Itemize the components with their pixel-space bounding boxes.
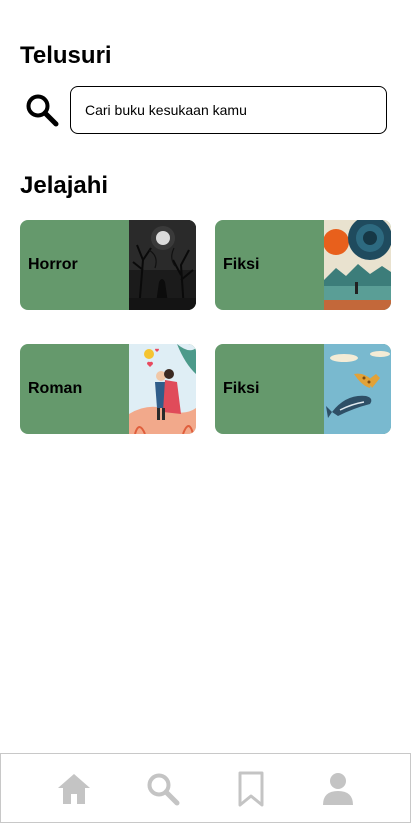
- home-icon: [58, 774, 90, 804]
- nav-bookmark[interactable]: [221, 754, 281, 823]
- category-card-roman[interactable]: Roman: [20, 344, 196, 434]
- search-icon: [147, 773, 180, 806]
- nav-home[interactable]: [44, 754, 104, 823]
- category-label: Fiksi: [223, 380, 260, 397]
- search-icon[interactable]: [24, 92, 60, 128]
- category-label: Horror: [28, 256, 78, 273]
- page-title: Telusuri: [20, 42, 112, 69]
- bookmark-icon: [238, 771, 264, 807]
- search-bar: [20, 86, 387, 134]
- category-card-fiksi-2[interactable]: Fiksi: [215, 344, 391, 434]
- couple-romance-cover: [129, 344, 196, 434]
- search-input[interactable]: [70, 86, 387, 134]
- category-card-horror[interactable]: Horror: [20, 220, 196, 310]
- category-label: Roman: [28, 380, 83, 397]
- category-label: Fiksi: [223, 256, 260, 273]
- whale-sky-cover: [324, 344, 391, 434]
- section-title-jelajahi: Jelajahi: [20, 172, 109, 199]
- nav-profile[interactable]: [308, 754, 368, 823]
- category-card-fiksi[interactable]: Fiksi: [215, 220, 391, 310]
- dark-forest-cover: [129, 220, 196, 310]
- surreal-landscape-cover: [324, 220, 391, 310]
- nav-search[interactable]: [133, 754, 193, 823]
- user-icon: [323, 773, 353, 805]
- bottom-nav: [0, 753, 411, 823]
